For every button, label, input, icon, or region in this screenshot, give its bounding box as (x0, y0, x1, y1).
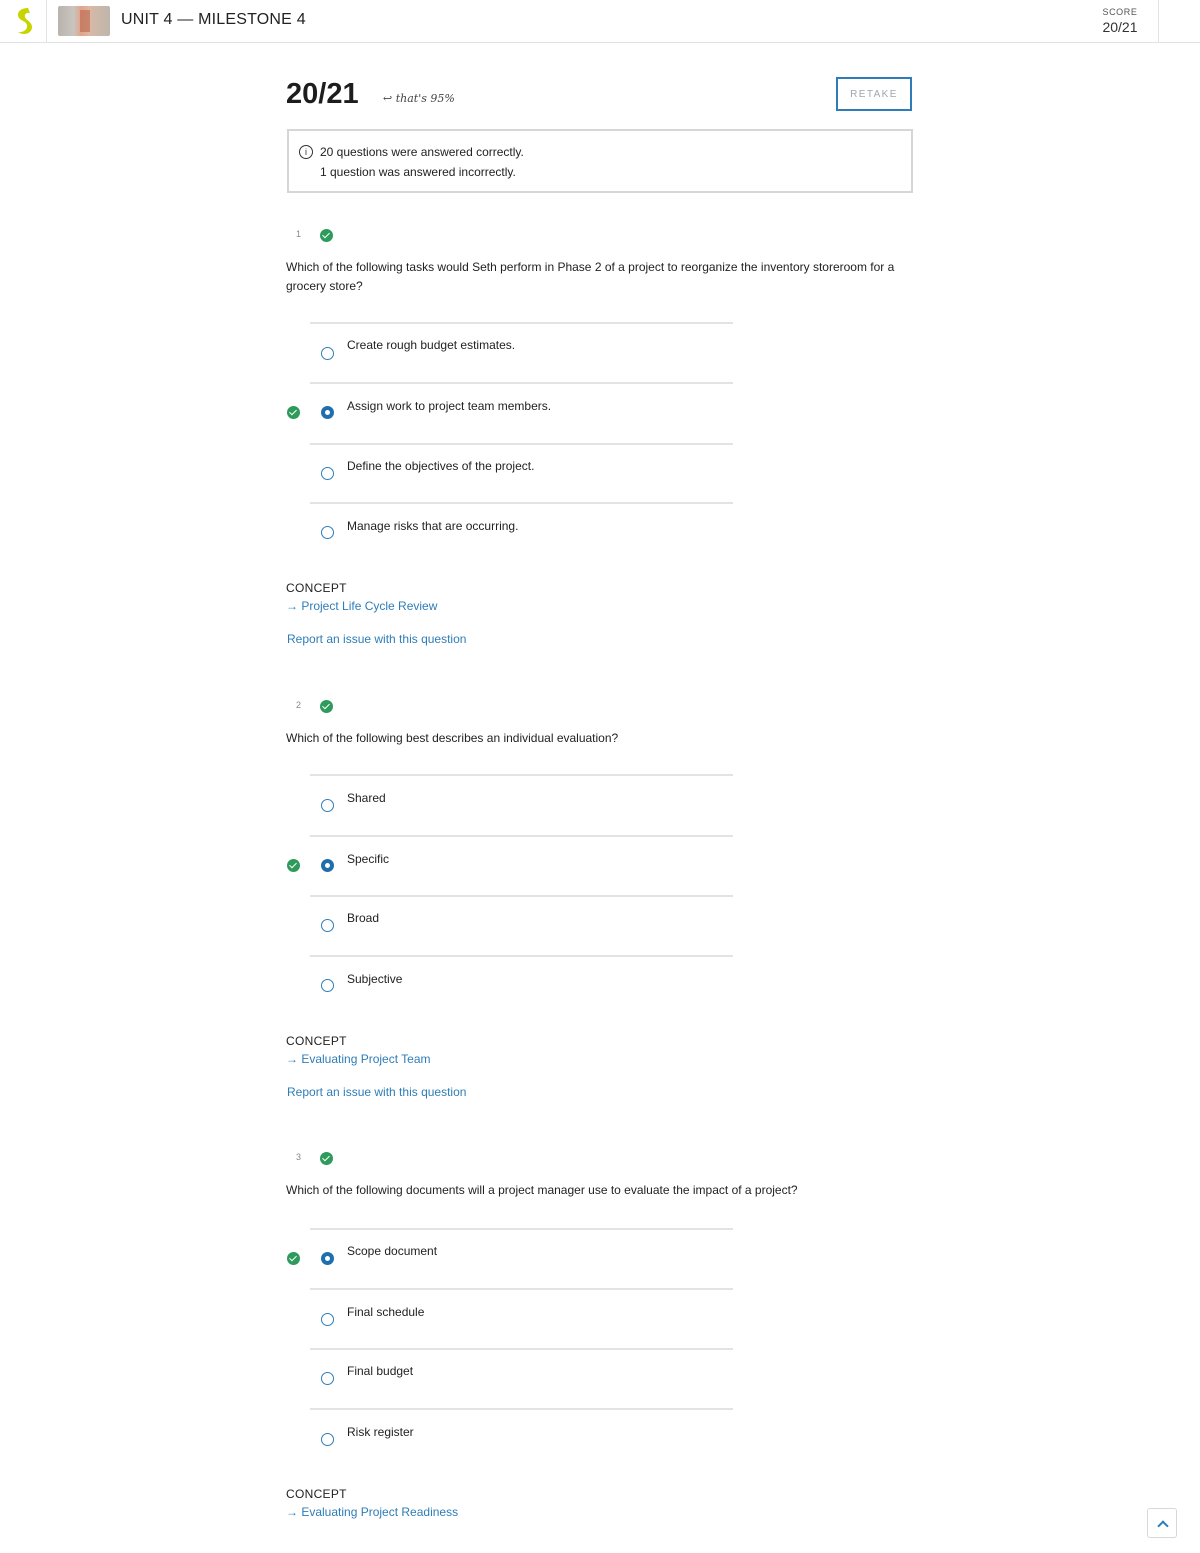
concept-link[interactable]: → Project Life Cycle Review (286, 599, 437, 613)
answer-label[interactable]: Broad (347, 911, 379, 925)
unit-title: UNIT 4 — MILESTONE 4 (121, 11, 306, 28)
arrow-left-icon: ↩ (383, 92, 393, 105)
percent-note-text: that's 95% (395, 92, 455, 105)
answer-radio[interactable] (321, 1313, 334, 1326)
answer-label[interactable]: Define the objectives of the project. (347, 459, 534, 473)
result-score: 20/21 (286, 78, 359, 110)
answer-radio[interactable] (321, 347, 334, 360)
question-text: Which of the following best describes an… (286, 731, 619, 745)
summary-correct: 20 questions were answered correctly. (320, 145, 524, 159)
correct-check-icon (287, 406, 300, 419)
answer-divider (310, 774, 733, 776)
header-divider-right (1158, 0, 1159, 42)
question-text: Which of the following tasks would Seth … (286, 260, 895, 293)
answer-divider (310, 895, 733, 897)
concept-link[interactable]: → Evaluating Project Readiness (286, 1505, 458, 1519)
answer-divider (310, 502, 733, 504)
answer-label[interactable]: Assign work to project team members. (347, 399, 551, 413)
scroll-to-top-button[interactable] (1147, 1508, 1177, 1538)
answer-radio[interactable] (321, 467, 334, 480)
answer-divider (310, 835, 733, 837)
answer-label[interactable]: Specific (347, 852, 389, 866)
question-number: 1 (296, 229, 302, 239)
correct-check-icon (287, 1252, 300, 1265)
report-issue-link[interactable]: Report an issue with this question (287, 632, 466, 646)
question-text: Which of the following documents will a … (286, 1183, 798, 1197)
answer-radio-selected[interactable] (321, 1252, 334, 1265)
report-issue-link[interactable]: Report an issue with this question (287, 1085, 466, 1099)
answer-divider (310, 1228, 733, 1230)
answer-radio[interactable] (321, 919, 334, 932)
result-summary-box: i 20 questions were answered correctly. … (287, 129, 913, 193)
question-number: 2 (296, 700, 302, 710)
answer-label[interactable]: Create rough budget estimates. (347, 338, 515, 352)
correct-check-icon (287, 859, 300, 872)
answer-radio[interactable] (321, 1372, 334, 1385)
answer-radio[interactable] (321, 526, 334, 539)
answer-label[interactable]: Manage risks that are occurring. (347, 519, 518, 533)
concept-label: CONCEPT (286, 1034, 347, 1048)
correct-check-icon (320, 229, 333, 242)
concept-label: CONCEPT (286, 581, 347, 595)
answer-label[interactable]: Final budget (347, 1364, 413, 1378)
top-bar: UNIT 4 — MILESTONE 4 SCORE 20/21 (0, 0, 1200, 43)
answer-radio-selected[interactable] (321, 859, 334, 872)
answer-divider (310, 955, 733, 957)
concept-label: CONCEPT (286, 1487, 347, 1501)
answer-divider (310, 443, 733, 445)
question-number: 3 (296, 1152, 302, 1162)
info-icon: i (299, 145, 313, 159)
concept-link[interactable]: → Evaluating Project Team (286, 1052, 431, 1066)
unit-thumbnail (58, 6, 110, 36)
answer-radio[interactable] (321, 799, 334, 812)
sophia-logo-icon[interactable] (10, 6, 38, 36)
answer-radio[interactable] (321, 979, 334, 992)
answer-label[interactable]: Scope document (347, 1244, 437, 1258)
answer-divider (310, 322, 733, 324)
answer-divider (310, 1348, 733, 1350)
answer-radio[interactable] (321, 1433, 334, 1446)
score-label: SCORE (1102, 7, 1138, 17)
answer-divider (310, 1408, 733, 1410)
correct-check-icon (320, 700, 333, 713)
answer-divider (310, 1288, 733, 1290)
retake-button[interactable]: RETAKE (836, 77, 912, 111)
answer-label[interactable]: Subjective (347, 972, 402, 986)
summary-incorrect: 1 question was answered incorrectly. (320, 165, 516, 179)
percent-note: ↩ that's 95% (383, 92, 455, 105)
answer-label[interactable]: Risk register (347, 1425, 414, 1439)
answer-divider (310, 382, 733, 384)
score-value: 20/21 (1102, 19, 1138, 35)
answer-label[interactable]: Final schedule (347, 1305, 424, 1319)
answer-label[interactable]: Shared (347, 791, 386, 805)
correct-check-icon (320, 1152, 333, 1165)
header-divider (46, 0, 47, 42)
answer-radio-selected[interactable] (321, 406, 334, 419)
